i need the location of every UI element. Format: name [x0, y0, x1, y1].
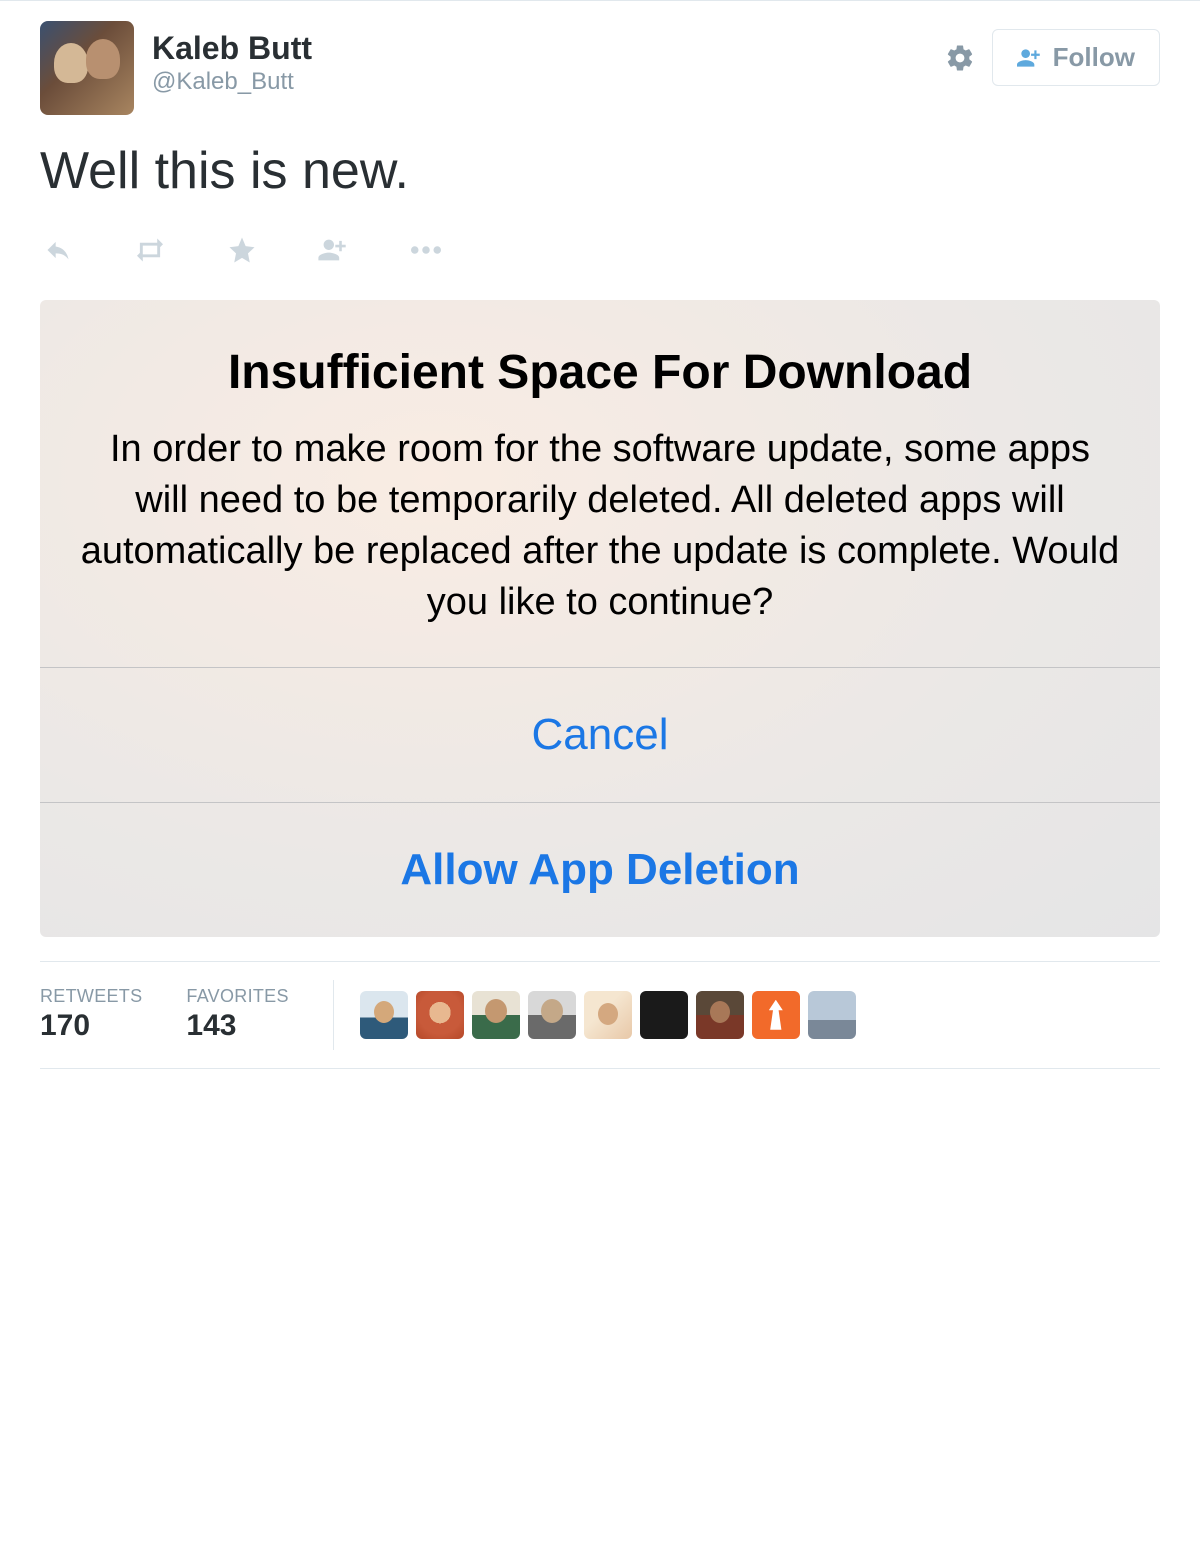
reply-icon — [42, 236, 74, 264]
tweet-media[interactable]: Insufficient Space For Download In order… — [40, 300, 1160, 937]
retweet-icon — [132, 237, 168, 263]
follow-button[interactable]: Follow — [992, 29, 1160, 86]
header-actions: Follow — [940, 21, 1160, 86]
reply-button[interactable] — [40, 232, 76, 268]
tweet-text: Well this is new. — [0, 115, 1200, 222]
retweet-button[interactable] — [132, 232, 168, 268]
favorites-label: FAVORITES — [186, 986, 288, 1007]
follow-label: Follow — [1053, 42, 1135, 73]
dialog-allow-button: Allow App Deletion — [40, 802, 1160, 937]
user-avatar[interactable] — [584, 991, 632, 1039]
dialog-title: Insufficient Space For Download — [76, 344, 1124, 402]
ellipsis-icon — [411, 246, 441, 254]
add-user-icon — [317, 237, 351, 263]
user-avatar[interactable] — [472, 991, 520, 1039]
tweet-stats-bar: RETWEETS 170 FAVORITES 143 — [40, 961, 1160, 1069]
tweet-card: Kaleb Butt @Kaleb_Butt Follow Well this … — [0, 0, 1200, 1069]
user-avatar[interactable] — [528, 991, 576, 1039]
retweets-label: RETWEETS — [40, 986, 142, 1007]
user-avatar[interactable] — [696, 991, 744, 1039]
stats-divider — [333, 980, 334, 1050]
gear-icon — [945, 43, 975, 73]
display-name[interactable]: Kaleb Butt — [152, 31, 940, 66]
retweets-count: 170 — [40, 1009, 142, 1043]
user-avatar[interactable] — [360, 991, 408, 1039]
user-avatar[interactable] — [752, 991, 800, 1039]
favoriter-avatars — [360, 991, 856, 1039]
tweet-actions-row — [0, 222, 1200, 300]
dialog-message: In order to make room for the software u… — [76, 424, 1124, 629]
user-avatar[interactable] — [808, 991, 856, 1039]
favorite-button[interactable] — [224, 232, 260, 268]
favorites-count: 143 — [186, 1009, 288, 1043]
star-icon — [226, 235, 258, 265]
share-user-button[interactable] — [316, 232, 352, 268]
tweet-header: Kaleb Butt @Kaleb_Butt Follow — [0, 1, 1200, 115]
retweets-stat[interactable]: RETWEETS 170 — [40, 986, 142, 1043]
user-avatar[interactable] — [416, 991, 464, 1039]
more-button[interactable] — [408, 232, 444, 268]
avatar[interactable] — [40, 21, 134, 115]
ios-dialog: Insufficient Space For Download In order… — [40, 300, 1160, 667]
favorites-stat[interactable]: FAVORITES 143 — [186, 986, 288, 1043]
username[interactable]: @Kaleb_Butt — [152, 68, 940, 96]
user-info: Kaleb Butt @Kaleb_Butt — [152, 21, 940, 96]
settings-button[interactable] — [940, 38, 980, 78]
add-user-icon — [1017, 47, 1043, 69]
dialog-cancel-button: Cancel — [40, 667, 1160, 802]
user-avatar[interactable] — [640, 991, 688, 1039]
